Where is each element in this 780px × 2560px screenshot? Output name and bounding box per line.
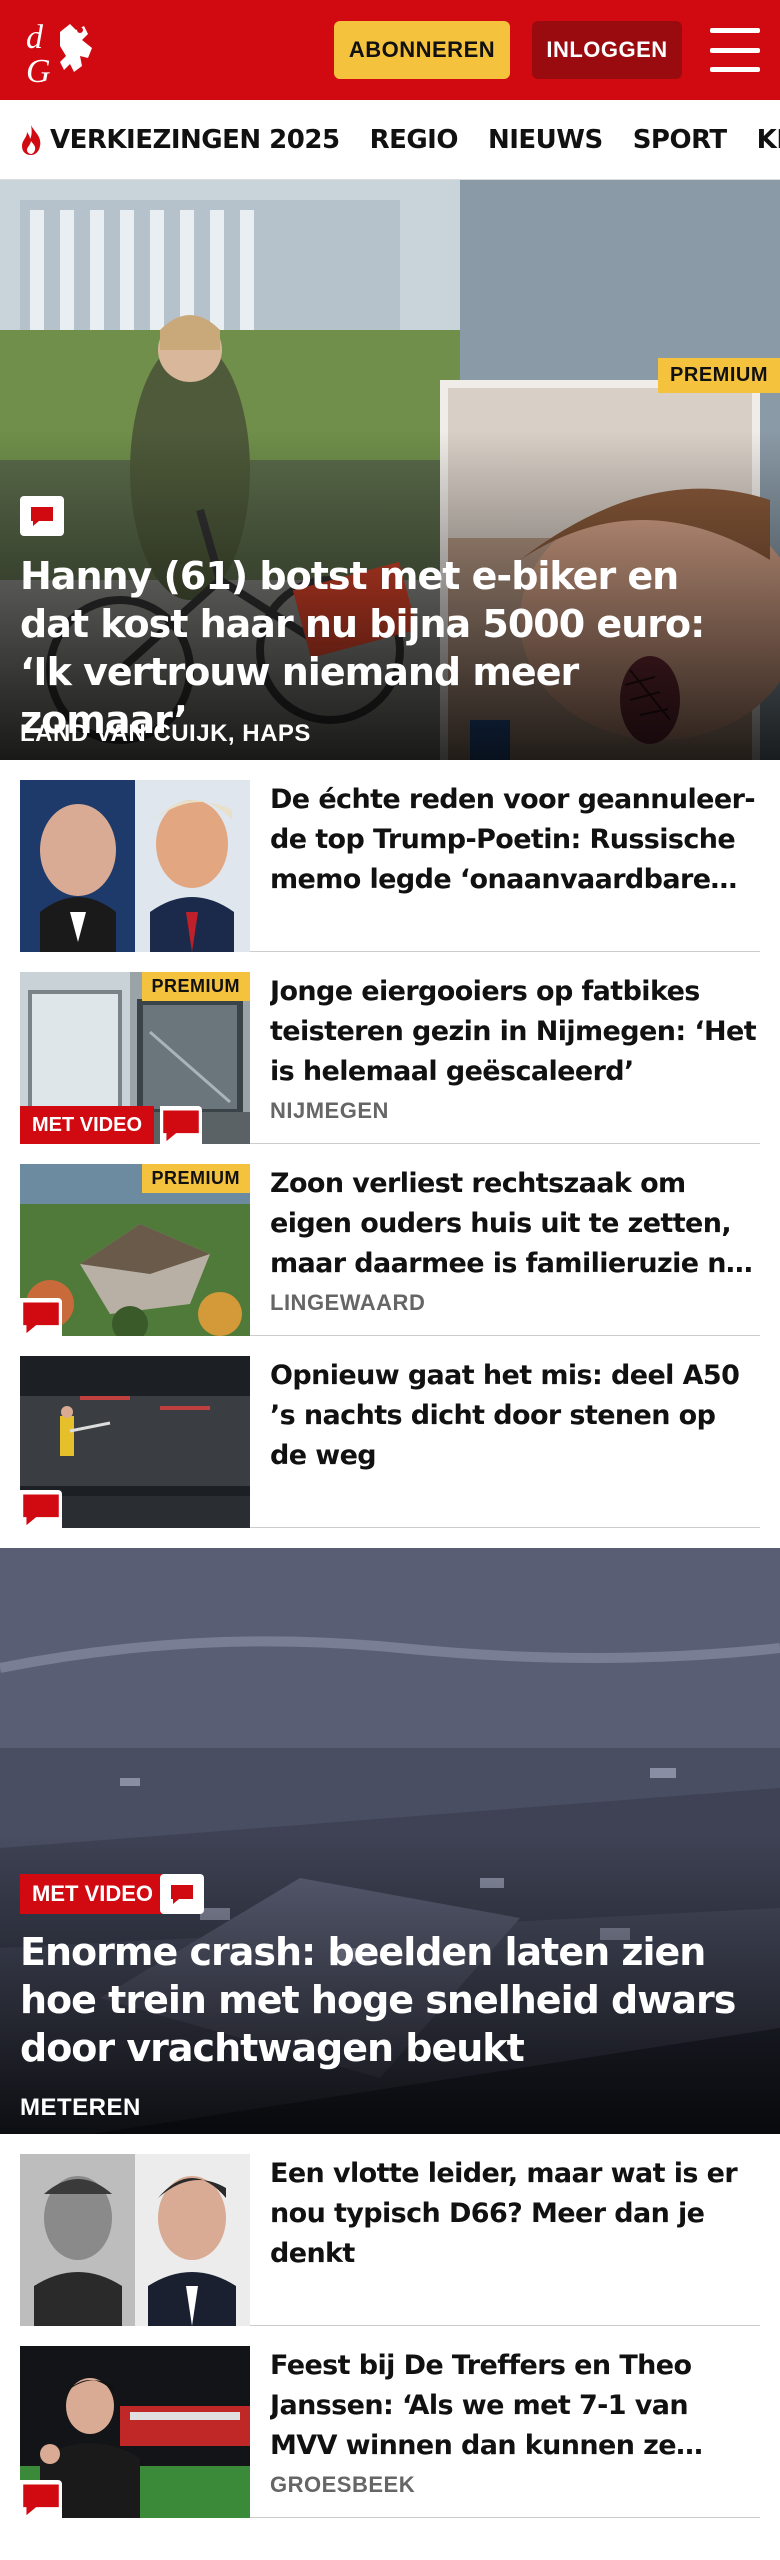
comment-icon[interactable] xyxy=(20,2480,62,2518)
article-location: LINGEWAARD xyxy=(270,1290,426,1315)
nav-label: VERKIEZINGEN 2025 xyxy=(50,124,340,155)
article-headline[interactable]: Zoon verliest rechtszaak om eigen ouders… xyxy=(270,1164,760,1284)
article-headline[interactable]: Feest bij De Treffers en Theo Janssen: ‘… xyxy=(270,2346,760,2466)
list-item[interactable]: Opnieuw gaat het mis: deel A50 ’s nachts… xyxy=(20,1336,760,1528)
nav-item-regio[interactable]: REGIO xyxy=(370,125,459,155)
article-text: Zoon verliest rechtszaak om eigen ouders… xyxy=(270,1164,760,1316)
article-thumbnail[interactable] xyxy=(20,780,250,952)
article-location: NIJMEGEN xyxy=(270,1098,389,1123)
article-thumbnail[interactable]: PREMIUM MET VIDEO xyxy=(20,972,250,1144)
premium-badge: PREMIUM xyxy=(658,358,780,393)
list-item[interactable]: PREMIUM Zoon verliest rechtszaak om eige… xyxy=(20,1144,760,1336)
feature-headline[interactable]: Enorme crash: beelden laten zien hoe tre… xyxy=(20,1928,750,2072)
feature-article[interactable]: MET VIDEO Enorme crash: beelden laten zi… xyxy=(0,1548,780,2134)
login-button[interactable]: INLOGGEN xyxy=(532,21,682,79)
dg-logo[interactable]: d G xyxy=(20,10,116,90)
svg-text:d: d xyxy=(26,19,44,56)
nav-item-verkiezingen[interactable]: VERKIEZINGEN 2025 xyxy=(18,124,340,156)
hero-headline[interactable]: Hanny (61) botst met e-biker en dat kost… xyxy=(20,552,750,744)
top-bar: d G ABONNEREN INLOGGEN xyxy=(0,0,780,100)
comment-icon[interactable] xyxy=(160,1106,202,1144)
menu-icon[interactable] xyxy=(710,28,760,72)
article-text: Jonge eiergooiers op fatbikes teisteren … xyxy=(270,972,760,1124)
article-headline[interactable]: Opnieuw gaat het mis: deel A50 ’s nachts… xyxy=(270,1356,760,1476)
top-actions: ABONNEREN INLOGGEN xyxy=(334,21,760,79)
premium-badge: PREMIUM xyxy=(141,972,250,1001)
video-badge: MET VIDEO xyxy=(20,1874,166,1914)
article-thumbnail[interactable] xyxy=(20,2346,250,2518)
flame-icon xyxy=(22,124,41,155)
article-thumbnail[interactable]: PREMIUM xyxy=(20,1164,250,1336)
premium-badge: PREMIUM xyxy=(141,1164,250,1193)
comment-icon[interactable] xyxy=(160,1874,204,1914)
list-item[interactable]: Feest bij De Treffers en Theo Janssen: ‘… xyxy=(20,2326,760,2518)
article-text: De échte reden voor geannuleer­de top Tr… xyxy=(270,780,760,900)
video-badge: MET VIDEO xyxy=(20,1106,155,1144)
hero-article[interactable]: PREMIUM Hanny (61) botst met e-biker en … xyxy=(0,180,780,760)
comment-icon[interactable] xyxy=(20,1490,62,1528)
article-text: Een vlotte leider, maar wat is er nou ty… xyxy=(270,2154,760,2274)
nav-item-nieuws[interactable]: NIEUWS xyxy=(488,125,603,155)
article-location: GROESBEEK xyxy=(270,2472,416,2497)
comment-icon[interactable] xyxy=(20,496,64,536)
article-text: Opnieuw gaat het mis: deel A50 ’s nachts… xyxy=(270,1356,760,1476)
section-nav: VERKIEZINGEN 2025 REGIO NIEUWS SPORT KIJ… xyxy=(0,100,780,180)
article-image xyxy=(20,2154,250,2326)
nav-item-kijk[interactable]: KIJK xyxy=(757,125,780,155)
list-item[interactable]: De échte reden voor geannuleer­de top Tr… xyxy=(20,760,760,952)
list-item[interactable]: PREMIUM MET VIDEO Jonge eiergooiers op f… xyxy=(20,952,760,1144)
feature-location: METEREN xyxy=(20,2094,141,2121)
list-item[interactable]: Een vlotte leider, maar wat is er nou ty… xyxy=(20,2134,760,2326)
hero-location: LAND VAN CUIJK, HAPS xyxy=(20,720,311,747)
nav-item-sport[interactable]: SPORT xyxy=(633,125,727,155)
article-headline[interactable]: Een vlotte leider, maar wat is er nou ty… xyxy=(270,2154,760,2274)
article-headline[interactable]: De échte reden voor geannuleer­de top Tr… xyxy=(270,780,760,900)
subscribe-button[interactable]: ABONNEREN xyxy=(334,21,510,79)
article-image xyxy=(20,780,250,952)
article-thumbnail[interactable] xyxy=(20,1356,250,1528)
article-thumbnail[interactable] xyxy=(20,2154,250,2326)
comment-icon[interactable] xyxy=(20,1298,62,1336)
article-text: Feest bij De Treffers en Theo Janssen: ‘… xyxy=(270,2346,760,2498)
article-headline[interactable]: Jonge eiergooiers op fatbikes teisteren … xyxy=(270,972,760,1092)
svg-text:G: G xyxy=(26,53,51,90)
